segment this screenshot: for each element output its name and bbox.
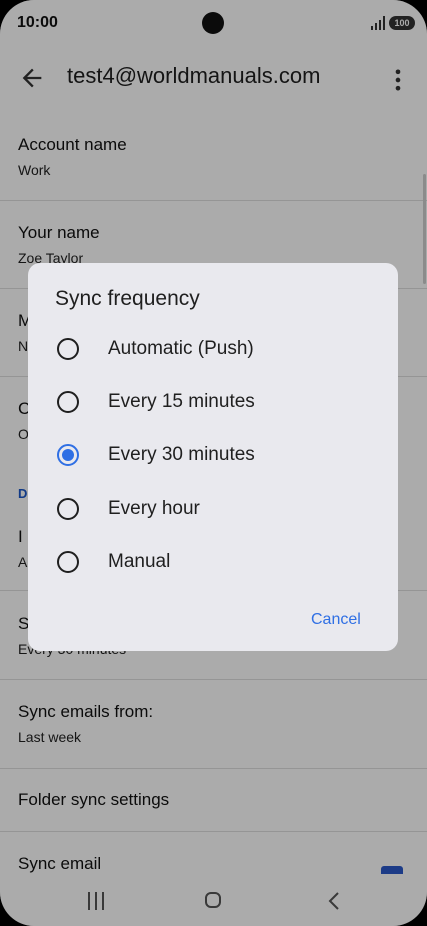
phone-screen: 10:00 100 test4@worldmanuals.com Account… [0,0,427,926]
radio-button[interactable] [57,551,79,573]
radio-button[interactable] [57,498,79,520]
dialog-title: Sync frequency [55,287,200,310]
radio-button[interactable] [57,338,79,360]
option-every-15-minutes[interactable]: Every 15 minutes [28,377,398,427]
option-every-hour[interactable]: Every hour [28,484,398,534]
sync-frequency-dialog: Sync frequency Automatic (Push) Every 15… [28,263,398,651]
option-label: Automatic (Push) [108,338,254,359]
option-label: Every 30 minutes [108,444,255,465]
option-label: Every 15 minutes [108,391,255,412]
option-every-30-minutes[interactable]: Every 30 minutes [28,430,398,480]
option-label: Every hour [108,498,200,519]
radio-button[interactable] [57,391,79,413]
cancel-button[interactable]: Cancel [311,611,361,629]
option-automatic-push[interactable]: Automatic (Push) [28,324,398,374]
option-manual[interactable]: Manual [28,537,398,587]
option-label: Manual [108,551,171,572]
radio-button-selected[interactable] [57,444,79,466]
